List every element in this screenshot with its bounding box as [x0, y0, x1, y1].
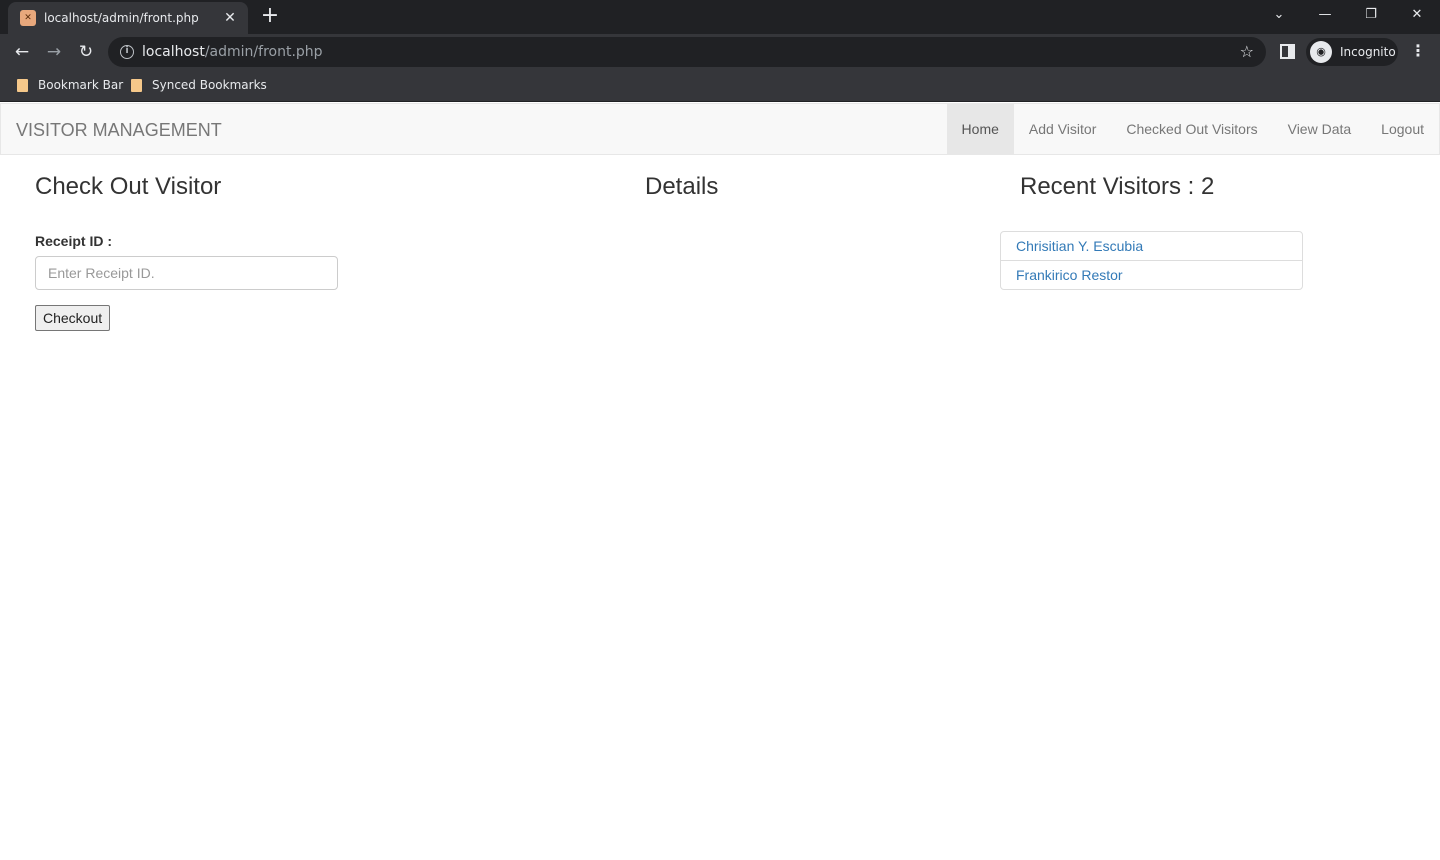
folder-icon [131, 78, 142, 92]
arrow-left-icon[interactable]: ← [10, 40, 34, 64]
tab-search-chevron-icon[interactable]: ⌄ [1264, 4, 1294, 26]
bookmark-label: Bookmark Bar [38, 78, 124, 92]
bookmark-label: Synced Bookmarks [152, 78, 267, 92]
url-text[interactable]: localhost/admin/front.php [142, 44, 323, 60]
new-tab-icon[interactable]: + [258, 5, 282, 28]
nav-link-view-data[interactable]: View Data [1273, 104, 1367, 154]
nav-link-add-visitor[interactable]: Add Visitor [1014, 104, 1111, 154]
tab-close-icon[interactable]: ✕ [222, 10, 238, 26]
site-navbar: VISITOR MANAGEMENT Home Add Visitor Chec… [0, 103, 1440, 155]
nav-link-checked-out-visitors[interactable]: Checked Out Visitors [1111, 104, 1272, 154]
folder-icon [17, 78, 28, 92]
browser-toolbar: ← → ↻ i localhost/admin/front.php ☆ ◉ In… [0, 34, 1440, 70]
visitor-list-item[interactable]: Chrisitian Y. Escubia [1000, 231, 1303, 261]
arrow-right-icon[interactable]: → [42, 40, 66, 64]
bookmark-folder-bookmark-bar[interactable]: Bookmark Bar [17, 78, 123, 92]
url-host: localhost [142, 44, 205, 60]
nav-links: Home Add Visitor Checked Out Visitors Vi… [946, 104, 1439, 154]
reload-icon[interactable]: ↻ [74, 40, 98, 64]
nav-link-home[interactable]: Home [946, 104, 1014, 154]
visitor-list-item[interactable]: Frankirico Restor [1000, 260, 1303, 290]
incognito-label: Incognito [1340, 45, 1396, 59]
browser-tabstrip: ✕ localhost/admin/front.php ✕ + ⌄ — ❐ ✕ [0, 0, 1440, 34]
nav-link-logout[interactable]: Logout [1366, 104, 1439, 154]
bookmarks-bar: Bookmark Bar Synced Bookmarks [0, 70, 1440, 102]
receipt-id-input[interactable] [35, 256, 338, 290]
bookmark-folder-synced[interactable]: Synced Bookmarks [131, 78, 267, 92]
close-window-icon[interactable]: ✕ [1402, 4, 1432, 26]
address-bar[interactable]: i localhost/admin/front.php ☆ [108, 37, 1266, 67]
xampp-favicon-icon: ✕ [20, 10, 36, 26]
brand-title[interactable]: VISITOR MANAGEMENT [16, 120, 222, 141]
incognito-badge[interactable]: ◉ Incognito [1306, 38, 1398, 66]
url-path: /admin/front.php [204, 44, 323, 60]
info-icon[interactable]: i [120, 45, 134, 59]
checkout-button[interactable]: Checkout [35, 305, 111, 331]
receipt-id-label: Receipt ID : [35, 233, 113, 249]
kebab-menu-icon[interactable]: ⋮ [1410, 41, 1426, 60]
tab-title: localhost/admin/front.php [44, 11, 199, 25]
details-title: Details [645, 173, 719, 200]
recent-visitors-title: Recent Visitors : 2 [1020, 173, 1215, 200]
recent-visitors-list: Chrisitian Y. Escubia Frankirico Restor [1000, 231, 1303, 290]
star-icon[interactable]: ☆ [1240, 42, 1254, 61]
incognito-icon: ◉ [1310, 41, 1332, 63]
checkout-title: Check Out Visitor [35, 173, 222, 200]
browser-tab[interactable]: ✕ localhost/admin/front.php ✕ [8, 2, 248, 34]
minimize-icon[interactable]: — [1310, 4, 1340, 26]
restore-icon[interactable]: ❐ [1356, 4, 1386, 26]
side-panel-icon[interactable] [1280, 44, 1295, 59]
